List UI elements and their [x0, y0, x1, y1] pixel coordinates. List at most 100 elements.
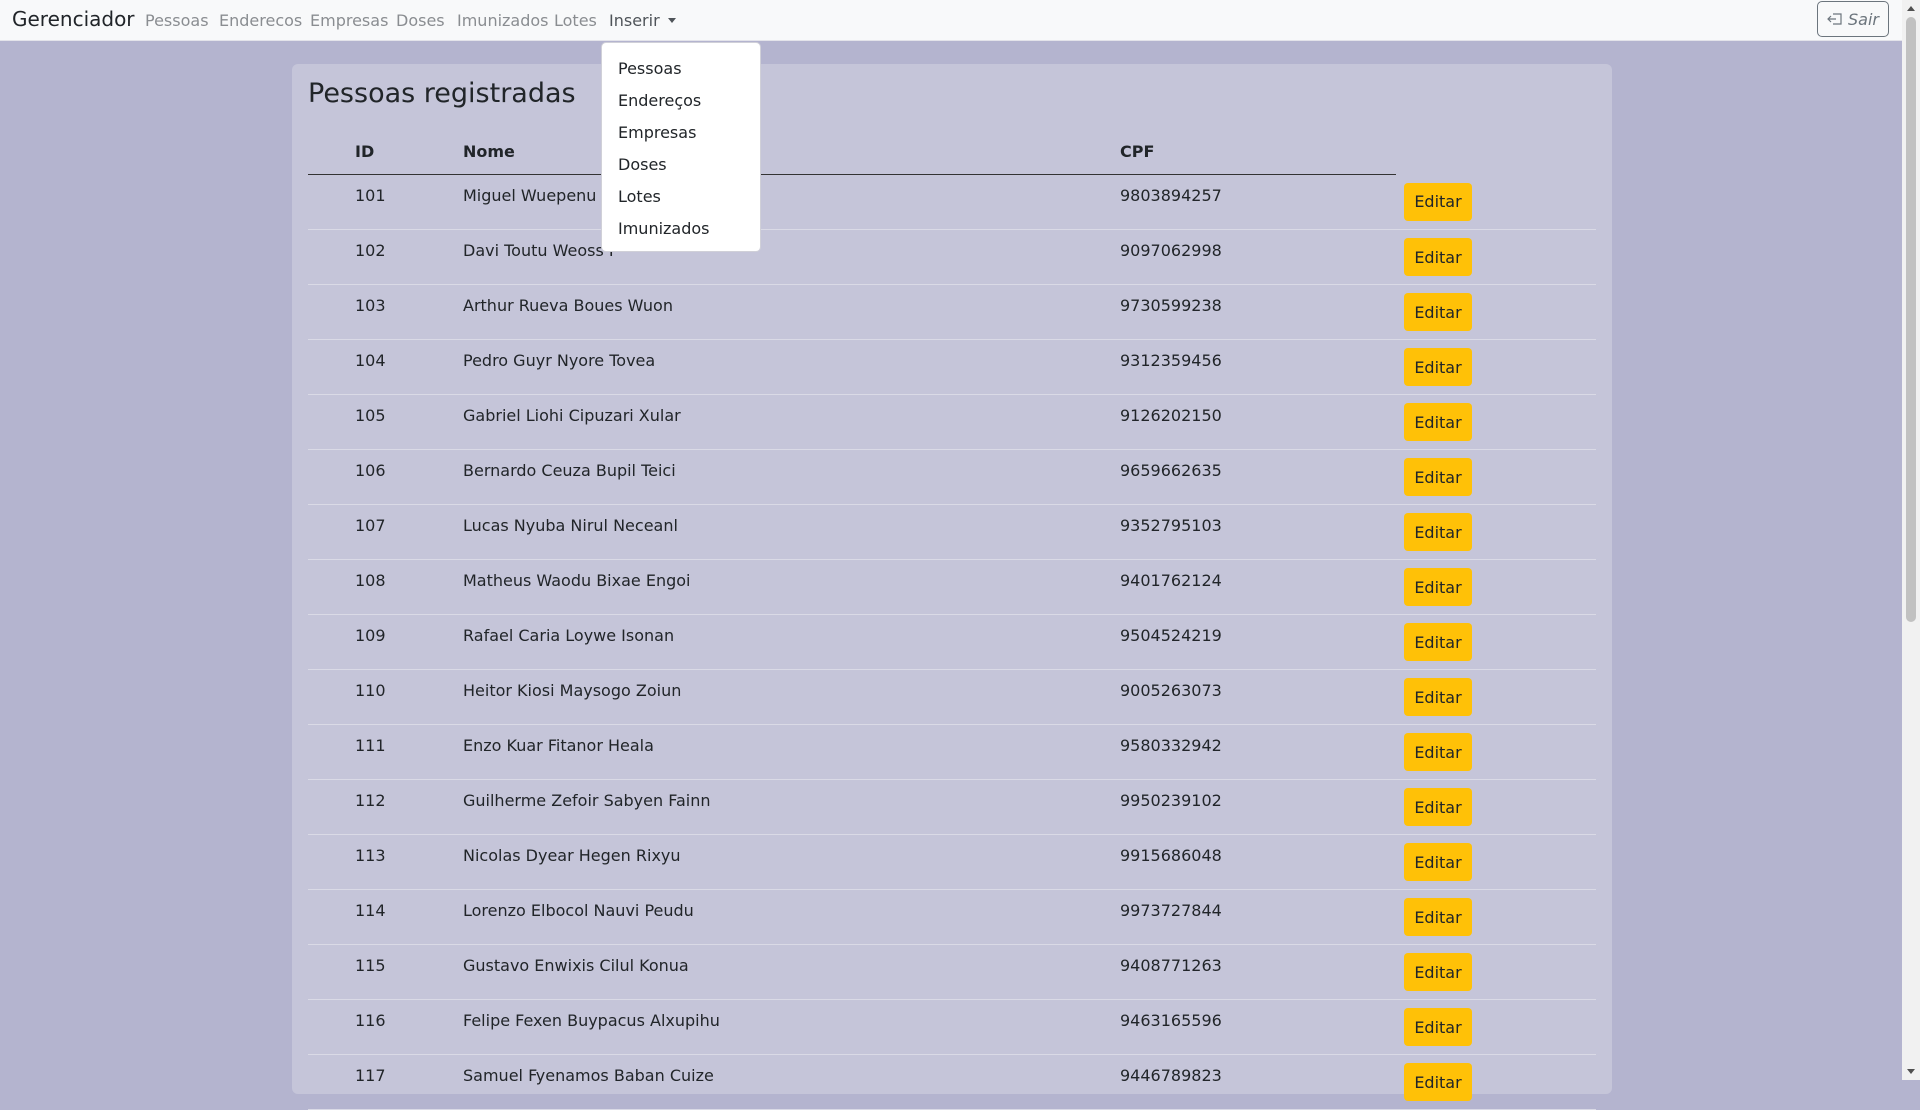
table-row: 105 Gabriel Liohi Cipuzari Xular 912620215… [308, 394, 1596, 450]
table-row: 112 Guilherme Zefoir Sabyen Fainn 99502391… [308, 779, 1596, 835]
brand[interactable]: Gerenciador [12, 7, 135, 31]
cell-action: Editar [1396, 284, 1596, 340]
nav-link-empresas[interactable]: Empresas [310, 11, 388, 30]
dropdown-item-enderecos[interactable]: Endereços [602, 85, 760, 117]
cell-action: Editar [1396, 1054, 1596, 1110]
table-row: 117 Samuel Fyenamos Baban Cuize 9446789823… [308, 1054, 1596, 1110]
table-row: 107 Lucas Nyuba Nirul Neceanl 9352795103 Ed… [308, 504, 1596, 560]
cell-nome: Lucas Nyuba Nirul Neceanl [463, 504, 1120, 560]
cell-nome: Lorenzo Elbocol Nauvi Peudu [463, 889, 1120, 945]
cell-action: Editar [1396, 229, 1596, 285]
cell-cpf: 9950239102 [1120, 779, 1396, 835]
cell-id: 102 [308, 229, 463, 285]
cell-cpf: 9659662635 [1120, 449, 1396, 505]
cell-nome: Heitor Kiosi Maysogo Zoiun [463, 669, 1120, 725]
dropdown-item-empresas[interactable]: Empresas [602, 117, 760, 149]
cell-action: Editar [1396, 559, 1596, 615]
edit-button[interactable]: Editar [1404, 898, 1472, 936]
column-header-nome: Nome [463, 128, 1120, 175]
cell-cpf: 9005263073 [1120, 669, 1396, 725]
cell-id: 104 [308, 339, 463, 395]
cell-id: 110 [308, 669, 463, 725]
table-row: 111 Enzo Kuar Fitanor Heala 9580332942 Edit… [308, 724, 1596, 780]
cell-nome: Matheus Waodu Bixae Engoi [463, 559, 1120, 615]
logout-button[interactable]: Sair [1817, 1, 1889, 37]
dropdown-item-pessoas[interactable]: Pessoas [602, 53, 760, 85]
cell-action: Editar [1396, 614, 1596, 670]
nav-dropdown-inserir[interactable]: Inserir [609, 11, 676, 30]
edit-button[interactable]: Editar [1404, 678, 1472, 716]
cell-id: 117 [308, 1054, 463, 1110]
edit-button[interactable]: Editar [1404, 953, 1472, 991]
cell-nome: Felipe Fexen Buypacus Alxupihu [463, 999, 1120, 1055]
edit-button[interactable]: Editar [1404, 568, 1472, 606]
cell-cpf: 9504524219 [1120, 614, 1396, 670]
cell-id: 113 [308, 834, 463, 890]
cell-cpf: 9973727844 [1120, 889, 1396, 945]
cell-id: 108 [308, 559, 463, 615]
cell-action: Editar [1396, 944, 1596, 1000]
nav-link-doses[interactable]: Doses [396, 11, 445, 30]
edit-button[interactable]: Editar [1404, 182, 1472, 221]
people-card: Pessoas registradas ID Nome CPF 101 Migue… [292, 64, 1612, 1110]
cell-cpf: 9312359456 [1120, 339, 1396, 395]
column-header-actions [1396, 128, 1596, 175]
cell-id: 112 [308, 779, 463, 835]
dropdown-item-lotes[interactable]: Lotes [602, 181, 760, 213]
cell-id: 101 [308, 174, 463, 230]
cell-action: Editar [1396, 339, 1596, 395]
cell-cpf: 9803894257 [1120, 174, 1396, 230]
cell-cpf: 9915686048 [1120, 834, 1396, 890]
cell-id: 103 [308, 284, 463, 340]
edit-button[interactable]: Editar [1404, 403, 1472, 441]
cell-nome: Rafael Caria Loywe Isonan [463, 614, 1120, 670]
cell-action: Editar [1396, 779, 1596, 835]
cell-nome: Nicolas Dyear Hegen Rixyu [463, 834, 1120, 890]
nav-link-imunizados[interactable]: Imunizados [457, 11, 549, 30]
cell-nome: Pedro Guyr Nyore Tovea [463, 339, 1120, 395]
cell-nome: Guilherme Zefoir Sabyen Fainn [463, 779, 1120, 835]
table-row: 110 Heitor Kiosi Maysogo Zoiun 9005263073 E… [308, 669, 1596, 725]
table-header-row: ID Nome CPF [308, 128, 1596, 175]
table-row: 116 Felipe Fexen Buypacus Alxupihu 9463165… [308, 999, 1596, 1055]
cell-nome: Samuel Fyenamos Baban Cuize [463, 1054, 1120, 1110]
edit-button[interactable]: Editar [1404, 788, 1472, 826]
scroll-thumb[interactable] [1906, 17, 1916, 622]
edit-button[interactable]: Editar [1404, 843, 1472, 881]
cell-cpf: 9463165596 [1120, 999, 1396, 1055]
edit-button[interactable]: Editar [1404, 513, 1472, 551]
scrollbar[interactable] [1902, 0, 1920, 1080]
cell-nome: Miguel Wuepenu T [463, 174, 1120, 230]
edit-button[interactable]: Editar [1404, 238, 1472, 276]
cell-cpf: 9352795103 [1120, 504, 1396, 560]
cell-cpf: 9097062998 [1120, 229, 1396, 285]
table-row: 113 Nicolas Dyear Hegen Rixyu 9915686048 Ed… [308, 834, 1596, 890]
scroll-down-arrow-icon[interactable] [1907, 1069, 1915, 1074]
dropdown-item-imunizados[interactable]: Imunizados [602, 213, 760, 245]
edit-button[interactable]: Editar [1404, 623, 1472, 661]
edit-button[interactable]: Editar [1404, 1063, 1472, 1101]
edit-button[interactable]: Editar [1404, 733, 1472, 771]
cell-action: Editar [1396, 669, 1596, 725]
edit-button[interactable]: Editar [1404, 1008, 1472, 1046]
edit-button[interactable]: Editar [1404, 458, 1472, 496]
table-row: 104 Pedro Guyr Nyore Tovea 9312359456 Edita… [308, 339, 1596, 395]
cell-nome: Arthur Rueva Boues Wuon [463, 284, 1120, 340]
nav-link-lotes[interactable]: Lotes [554, 11, 597, 30]
edit-button[interactable]: Editar [1404, 348, 1472, 386]
scroll-up-arrow-icon[interactable] [1907, 6, 1915, 11]
table-row: 114 Lorenzo Elbocol Nauvi Peudu 9973727844… [308, 889, 1596, 945]
nav-link-enderecos[interactable]: Enderecos [219, 11, 302, 30]
nav-dropdown-label: Inserir [609, 11, 660, 30]
cell-id: 106 [308, 449, 463, 505]
nav-link-pessoas[interactable]: Pessoas [145, 11, 209, 30]
edit-button[interactable]: Editar [1404, 293, 1472, 331]
navbar: Gerenciador Pessoas Enderecos Empresas D… [0, 0, 1902, 41]
cell-id: 109 [308, 614, 463, 670]
cell-action: Editar [1396, 889, 1596, 945]
cell-id: 115 [308, 944, 463, 1000]
table-row: 115 Gustavo Enwixis Cilul Konua 9408771263… [308, 944, 1596, 1000]
cell-nome: Gustavo Enwixis Cilul Konua [463, 944, 1120, 1000]
page-title: Pessoas registradas [308, 78, 576, 109]
dropdown-item-doses[interactable]: Doses [602, 149, 760, 181]
